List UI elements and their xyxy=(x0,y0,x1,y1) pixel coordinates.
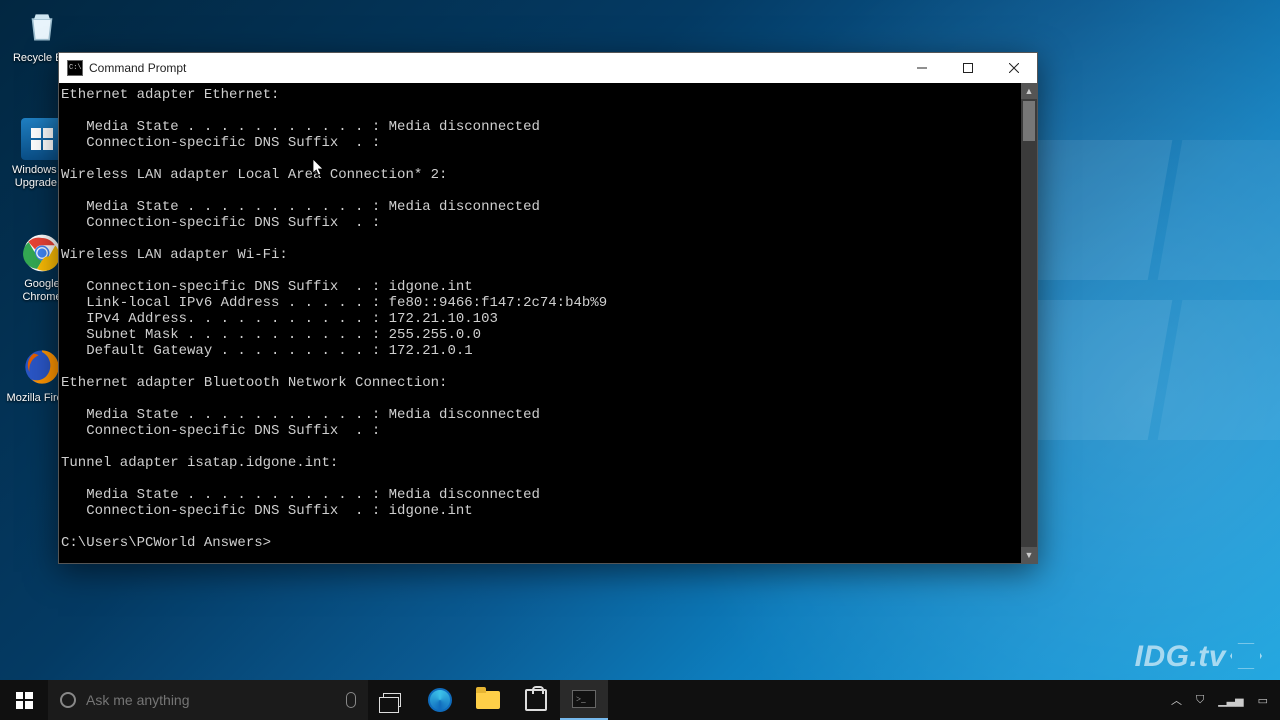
task-view-icon xyxy=(383,693,401,707)
window-title: Command Prompt xyxy=(89,61,186,75)
minimize-button[interactable] xyxy=(899,53,945,83)
taskbar-search[interactable] xyxy=(48,680,368,720)
taskbar[interactable]: ︿ ⛉ ▁▃▅ ▭ xyxy=(0,680,1280,720)
taskbar-command-prompt[interactable] xyxy=(560,680,608,720)
chrome-icon xyxy=(21,232,63,274)
terminal-output: Ethernet adapter Ethernet: Media State .… xyxy=(59,83,1037,551)
close-button[interactable] xyxy=(991,53,1037,83)
terminal-icon xyxy=(572,690,596,708)
tray-network-icon[interactable]: ▁▃▅ xyxy=(1218,694,1243,707)
store-icon xyxy=(525,689,547,711)
command-prompt-window[interactable]: Command Prompt Ethernet adapter Ethernet… xyxy=(58,52,1038,564)
taskbar-edge[interactable] xyxy=(416,680,464,720)
tray-notifications-icon[interactable]: ▭ xyxy=(1258,694,1268,707)
desktop[interactable]: Recycle Bin Windows 10 Upgrade ... Googl… xyxy=(0,0,1280,720)
edge-icon xyxy=(428,688,452,712)
windows-upgrade-icon xyxy=(21,118,63,160)
folder-icon xyxy=(476,691,500,709)
taskbar-store[interactable] xyxy=(512,680,560,720)
scroll-up-button[interactable]: ▲ xyxy=(1021,83,1037,99)
firefox-icon xyxy=(21,346,63,388)
scroll-thumb[interactable] xyxy=(1023,101,1035,141)
hexagon-icon xyxy=(1230,642,1262,670)
start-button[interactable] xyxy=(0,680,48,720)
maximize-button[interactable] xyxy=(945,53,991,83)
watermark: IDG.tv xyxy=(1135,638,1262,672)
cmd-icon xyxy=(67,60,83,76)
microphone-icon[interactable] xyxy=(346,692,356,708)
search-input[interactable] xyxy=(86,692,346,708)
task-view-button[interactable] xyxy=(368,680,416,720)
taskbar-file-explorer[interactable] xyxy=(464,680,512,720)
system-tray[interactable]: ︿ ⛉ ▁▃▅ ▭ xyxy=(1159,692,1280,708)
tray-chevron-up-icon[interactable]: ︿ xyxy=(1171,692,1182,708)
tray-security-icon[interactable]: ⛉ xyxy=(1196,694,1204,707)
windows-logo-icon xyxy=(16,692,33,709)
scroll-down-button[interactable]: ▼ xyxy=(1021,547,1037,563)
cortana-icon xyxy=(60,692,76,708)
terminal-body[interactable]: Ethernet adapter Ethernet: Media State .… xyxy=(59,83,1037,563)
window-titlebar[interactable]: Command Prompt xyxy=(59,53,1037,83)
recycle-bin-icon xyxy=(21,6,63,48)
scrollbar[interactable]: ▲ ▼ xyxy=(1021,83,1037,563)
